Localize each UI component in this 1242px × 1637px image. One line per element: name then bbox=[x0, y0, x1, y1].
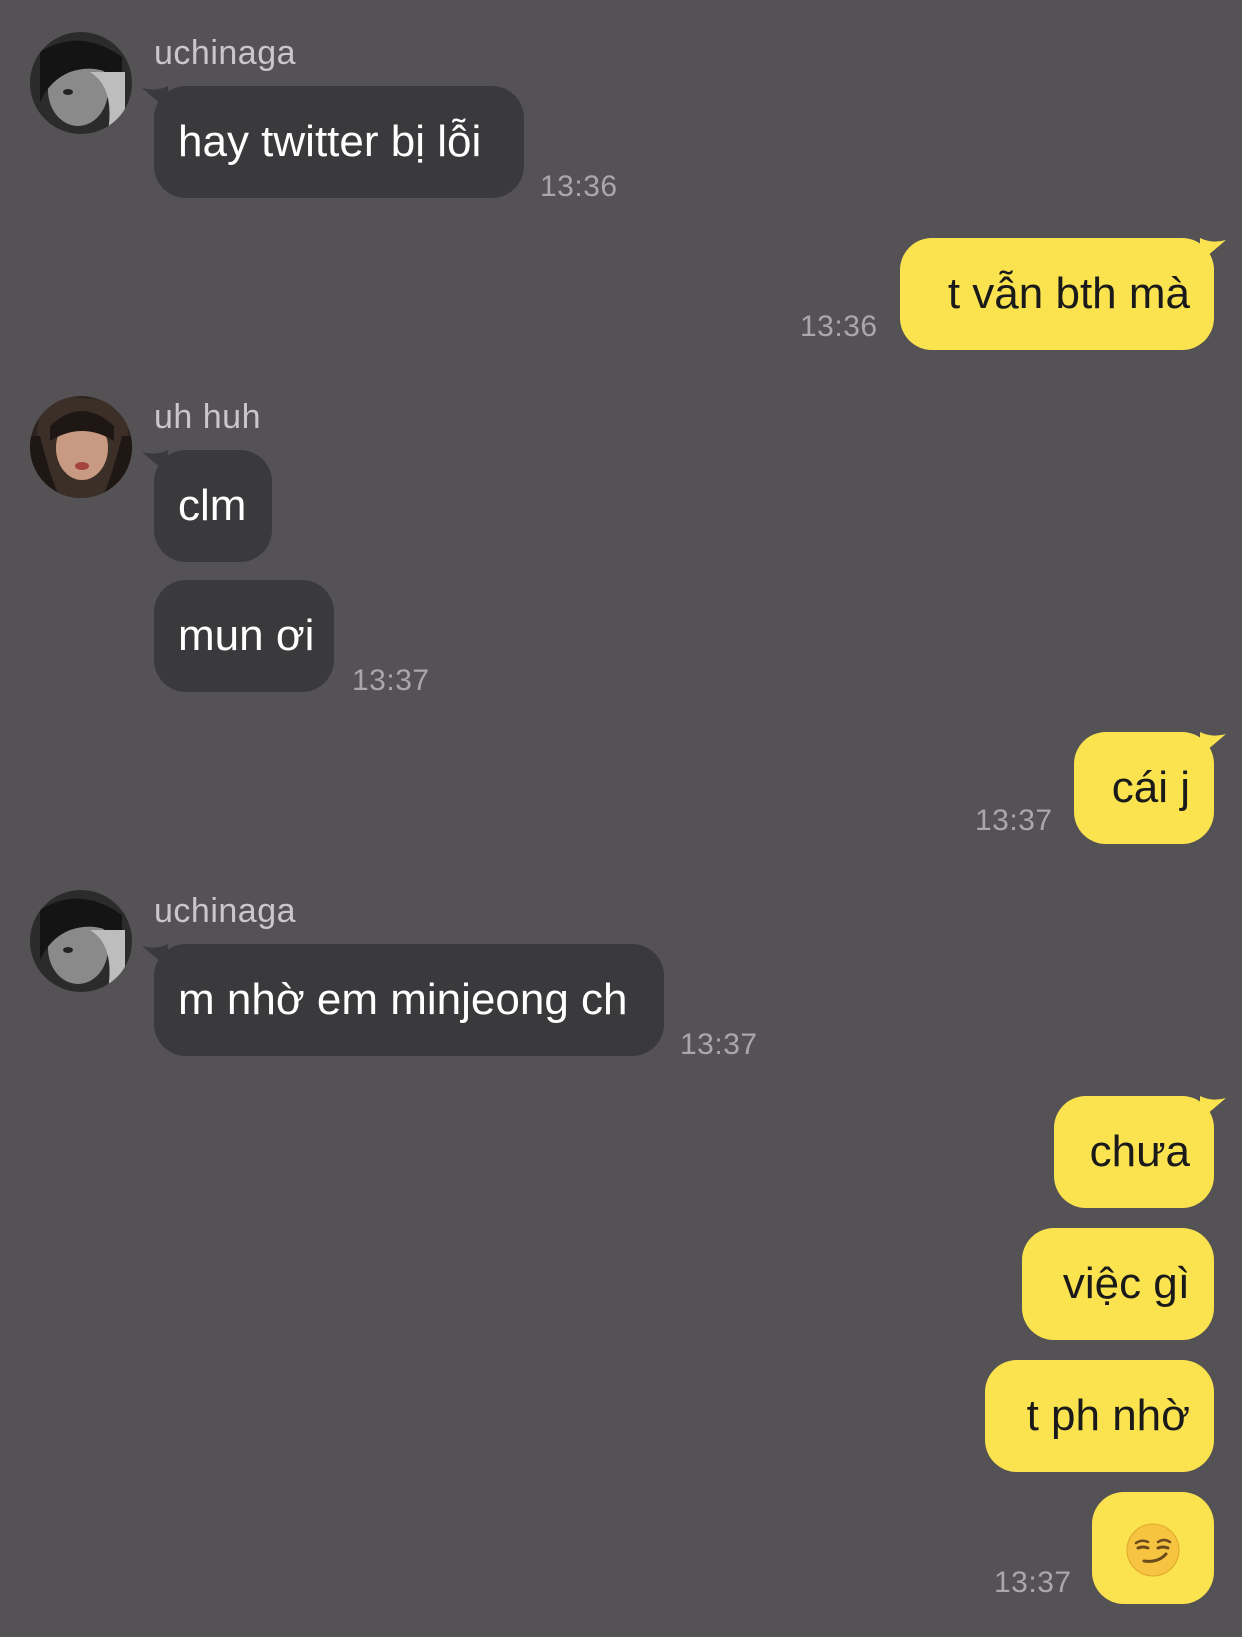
message-bubble-incoming[interactable]: hay twitter bị lỗi bbox=[154, 86, 524, 198]
message-timestamp: 13:37 bbox=[680, 1028, 758, 1061]
sender-name: uchinaga bbox=[154, 34, 297, 72]
message-text: clm bbox=[178, 481, 247, 530]
message-text: mun ơi bbox=[178, 611, 315, 660]
message-bubble-outgoing[interactable]: t ph nhờ bbox=[985, 1360, 1214, 1472]
message-bubble-incoming[interactable]: mun ơi bbox=[154, 580, 334, 692]
sender-name: uh huh bbox=[154, 398, 261, 436]
message-text: việc gì bbox=[1062, 1259, 1190, 1308]
message-timestamp: 13:36 bbox=[540, 170, 618, 203]
smirking-face-emoji bbox=[1126, 1523, 1180, 1577]
message-text: t vẫn bth mà bbox=[947, 269, 1190, 318]
avatar-uchinaga[interactable] bbox=[30, 32, 132, 134]
message-text: t ph nhờ bbox=[1026, 1391, 1190, 1440]
message-bubble-outgoing[interactable] bbox=[1092, 1492, 1214, 1604]
bubble-tail bbox=[1200, 732, 1226, 756]
message-bubble-incoming[interactable]: m nhờ em minjeong ch bbox=[154, 944, 664, 1056]
avatar-uchinaga[interactable] bbox=[30, 890, 132, 992]
message-bubble-outgoing[interactable]: chưa bbox=[1054, 1096, 1214, 1208]
message-timestamp: 13:37 bbox=[975, 804, 1053, 837]
message-bubble-outgoing[interactable]: cái j bbox=[1074, 732, 1214, 844]
message-bubble-outgoing[interactable]: việc gì bbox=[1022, 1228, 1214, 1340]
message-text: hay twitter bị lỗi bbox=[178, 117, 482, 166]
message-timestamp: 13:37 bbox=[352, 664, 430, 697]
message-text: chưa bbox=[1089, 1127, 1190, 1176]
message-timestamp: 13:37 bbox=[994, 1566, 1072, 1599]
message-text: cái j bbox=[1111, 763, 1190, 812]
sender-name: uchinaga bbox=[154, 892, 297, 930]
message-text: m nhờ em minjeong ch bbox=[178, 975, 628, 1024]
message-bubble-outgoing[interactable]: t vẫn bth mà bbox=[900, 238, 1214, 350]
message-bubble-incoming[interactable]: clm bbox=[154, 450, 272, 562]
message-timestamp: 13:36 bbox=[800, 310, 878, 343]
chat-thread: uchinaga hay twitter bị lỗi 13:36 13:36 … bbox=[0, 0, 1242, 1637]
avatar-uh-huh[interactable] bbox=[30, 396, 132, 498]
bubble-tail bbox=[1200, 238, 1226, 262]
bubble-tail bbox=[1200, 1096, 1226, 1120]
